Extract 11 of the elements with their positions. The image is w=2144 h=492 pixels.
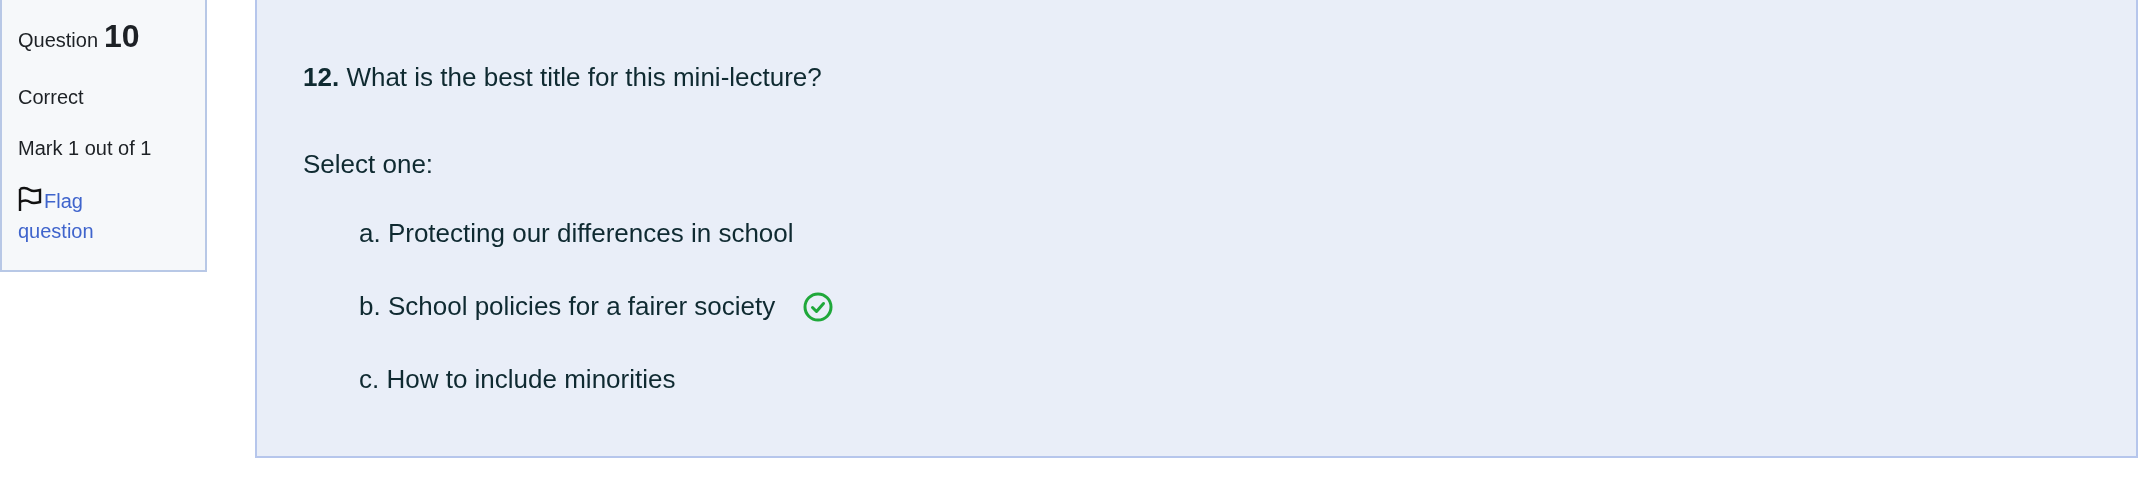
question-text: 12. What is the best title for this mini-lecture?: [303, 62, 823, 93]
flag-icon: [18, 186, 42, 212]
question-number: 10: [104, 18, 140, 55]
answer-option: c. How to include minorities: [359, 364, 676, 395]
question-mark: Mark 1 out of 1: [18, 137, 153, 160]
select-prompt: Select one:: [303, 149, 435, 180]
flag-question-link[interactable]: Flag question: [18, 186, 128, 246]
question-status: Correct: [18, 86, 85, 109]
answer-option: b. School policies for a fairer society: [359, 291, 776, 322]
question-label: Question: [18, 29, 99, 52]
answer-option: a. Protecting our differences in school: [359, 218, 794, 249]
